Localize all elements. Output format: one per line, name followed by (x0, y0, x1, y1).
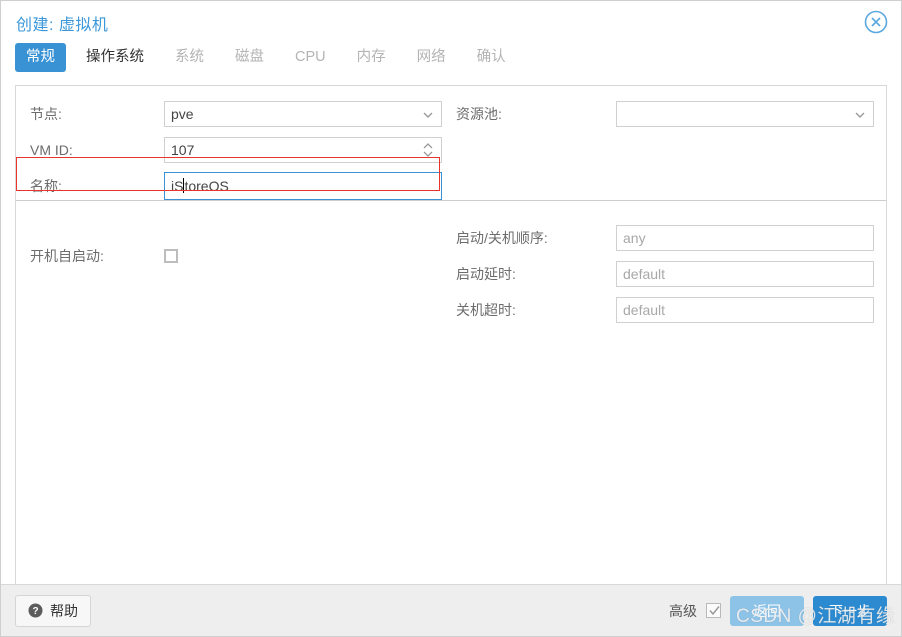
shutdown-timeout-input[interactable]: default (616, 297, 874, 323)
startup-delay-input[interactable]: default (616, 261, 874, 287)
vmid-value: 107 (171, 142, 195, 158)
wizard-tabs: 常规 操作系统 系统 磁盘 CPU 内存 网络 确认 (1, 43, 901, 85)
shutdown-timeout-label: 关机超时: (456, 302, 516, 318)
name-value-after-cursor: toreOS (184, 178, 229, 194)
general-left-column: 节点: pve VM ID: 107 名称: iS toreOS 开机自启动: (16, 86, 442, 328)
spacer-right (456, 132, 874, 216)
dialog-footer: ? 帮助 高级 返回 下一步 (1, 584, 901, 636)
question-circle-icon: ? (28, 603, 43, 618)
next-button[interactable]: 下一步 (813, 595, 887, 626)
start-at-boot-label: 开机自启动: (30, 248, 104, 264)
field-shutdown-timeout: 关机超时: default (456, 292, 874, 328)
tab-general[interactable]: 常规 (15, 43, 66, 72)
tab-disks[interactable]: 磁盘 (224, 43, 275, 72)
chevron-down-icon (854, 108, 866, 120)
shutdown-timeout-placeholder: default (623, 302, 666, 318)
node-select[interactable]: pve (164, 101, 442, 127)
pool-label: 资源池: (456, 106, 502, 122)
field-vmid: VM ID: 107 (30, 132, 442, 168)
spacer-left (30, 204, 442, 234)
help-label: 帮助 (50, 602, 78, 619)
advanced-checkbox[interactable] (706, 603, 721, 618)
general-section: 节点: pve VM ID: 107 名称: iS toreOS 开机自启动: … (16, 86, 886, 328)
name-input[interactable]: iS toreOS (164, 172, 442, 200)
svg-text:?: ? (32, 606, 38, 617)
text-cursor (183, 177, 185, 193)
field-node: 节点: pve (30, 96, 442, 132)
field-start-order: 启动/关机顺序: any (456, 220, 874, 256)
tab-confirm[interactable]: 确认 (466, 43, 517, 72)
close-icon[interactable] (863, 9, 889, 35)
footer-actions: 高级 返回 下一步 (669, 595, 887, 626)
tab-cpu[interactable]: CPU (284, 43, 337, 72)
vmid-label: VM ID: (30, 142, 73, 158)
start-at-boot-checkbox[interactable] (164, 249, 178, 263)
dialog-body: 节点: pve VM ID: 107 名称: iS toreOS 开机自启动: … (15, 85, 887, 584)
help-button[interactable]: ? 帮助 (15, 594, 91, 627)
back-button[interactable]: 返回 (730, 595, 804, 626)
tab-system[interactable]: 系统 (164, 43, 215, 72)
tab-os[interactable]: 操作系统 (75, 43, 155, 72)
name-value-before-cursor: iS (171, 178, 184, 194)
field-start-at-boot: 开机自启动: (30, 238, 442, 274)
start-order-input[interactable]: any (616, 225, 874, 251)
startup-delay-placeholder: default (623, 266, 666, 282)
vmid-stepper[interactable]: 107 (164, 137, 442, 163)
startup-delay-label: 启动延时: (456, 266, 516, 282)
chevron-down-icon (422, 108, 434, 120)
dialog-title: 创建: 虚拟机 (16, 17, 109, 34)
start-order-placeholder: any (623, 230, 646, 246)
general-right-column: 资源池: 启动/关机顺序: any 启动延时: default 关机超时: de… (442, 86, 874, 328)
advanced-label: 高级 (669, 602, 697, 619)
tab-network[interactable]: 网络 (406, 43, 457, 72)
field-pool: 资源池: (456, 96, 874, 132)
tab-memory[interactable]: 内存 (346, 43, 397, 72)
create-vm-dialog: 创建: 虚拟机 常规 操作系统 系统 磁盘 CPU 内存 网络 确认 节点: p… (0, 0, 902, 637)
spinner-updown-icon[interactable] (422, 141, 434, 159)
name-label: 名称: (30, 178, 62, 194)
field-startup-delay: 启动延时: default (456, 256, 874, 292)
start-order-label: 启动/关机顺序: (456, 230, 548, 246)
node-label: 节点: (30, 106, 62, 122)
field-name: 名称: iS toreOS (30, 168, 442, 204)
dialog-titlebar: 创建: 虚拟机 (1, 1, 901, 43)
node-value: pve (171, 106, 194, 122)
pool-select[interactable] (616, 101, 874, 127)
